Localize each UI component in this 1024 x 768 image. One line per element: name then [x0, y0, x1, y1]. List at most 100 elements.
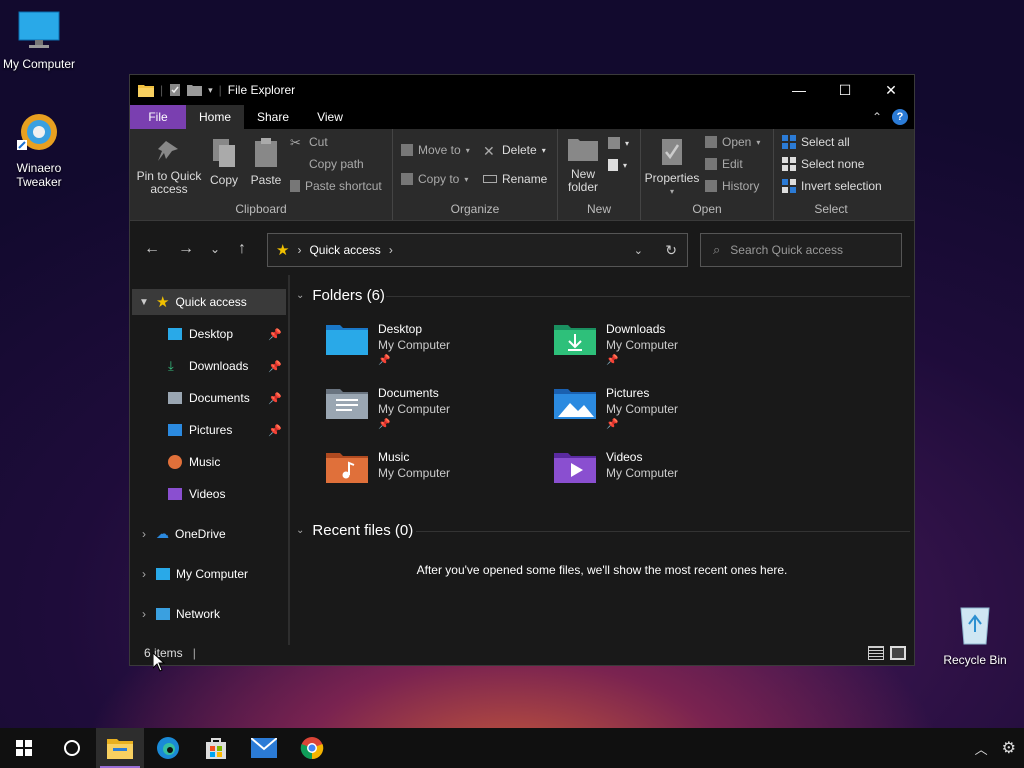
- sidebar-item-onedrive[interactable]: › ☁ OneDrive: [132, 521, 286, 547]
- taskbar-file-explorer[interactable]: [96, 728, 144, 768]
- sidebar-item-network[interactable]: › Network: [132, 601, 286, 627]
- pin-icon: 📌: [378, 355, 391, 366]
- paste-button[interactable]: Paste: [246, 133, 286, 187]
- minimize-button[interactable]: —: [776, 75, 822, 105]
- desktop-icon-label: My Computer: [2, 57, 76, 71]
- downloads-folder-icon: [554, 325, 596, 355]
- refresh-icon[interactable]: ↻: [665, 242, 677, 259]
- group-label-open: Open: [692, 202, 722, 216]
- expand-chevron-icon[interactable]: ›: [132, 607, 156, 621]
- properties-button[interactable]: Properties ▾: [643, 133, 701, 198]
- paste-shortcut-button[interactable]: Paste shortcut: [290, 179, 382, 193]
- edit-button[interactable]: Edit: [705, 157, 743, 171]
- download-icon: ⤓: [168, 358, 174, 373]
- file-explorer-window: | ▾ | File Explorer — ☐ ✕ File Home Shar…: [129, 74, 915, 666]
- expand-chevron-icon[interactable]: ›: [132, 527, 156, 541]
- qa-dropdown-icon[interactable]: ▾: [208, 85, 213, 96]
- forward-button[interactable]: →: [178, 221, 194, 277]
- up-button[interactable]: ↑: [238, 221, 246, 277]
- store-icon: [206, 738, 226, 759]
- winaero-tweaker-icon: [17, 114, 57, 150]
- copy-to-button[interactable]: Copy to ▾: [401, 172, 468, 186]
- folder-tile-music[interactable]: Music My Computer: [326, 449, 450, 483]
- sidebar-item-desktop[interactable]: Desktop 📌: [168, 321, 286, 347]
- easy-access-button[interactable]: ▾: [608, 159, 627, 171]
- folder-tile-downloads[interactable]: Downloads My Computer 📌: [554, 321, 678, 369]
- open-icon: [705, 136, 717, 148]
- select-all-button[interactable]: Select all: [782, 135, 850, 149]
- pictures-folder-icon: [554, 389, 596, 419]
- ribbon-group-select: Select all Select none Invert selection …: [774, 129, 888, 220]
- select-none-button[interactable]: Select none: [782, 157, 864, 171]
- new-item-button[interactable]: ▾: [608, 137, 629, 149]
- desktop-icon-winaero-tweaker[interactable]: Winaero Tweaker: [0, 110, 81, 189]
- recent-files-empty-message: After you've opened some files, we'll sh…: [416, 563, 788, 577]
- pane-divider[interactable]: [288, 275, 290, 645]
- maximize-button[interactable]: ☐: [822, 75, 868, 105]
- tab-file[interactable]: File: [130, 105, 186, 129]
- properties-qa-icon[interactable]: [169, 83, 181, 97]
- desktop-icon: [168, 328, 182, 340]
- taskbar-mail[interactable]: [240, 728, 288, 768]
- invert-selection-icon: [782, 179, 796, 193]
- details-view-icon[interactable]: [868, 646, 884, 660]
- cloud-icon: ☁: [156, 526, 169, 541]
- open-button[interactable]: Open ▾: [705, 135, 760, 149]
- settings-gear-icon[interactable]: ⚙: [1002, 738, 1016, 758]
- folder-tile-videos[interactable]: Videos My Computer: [554, 449, 678, 483]
- copy-button[interactable]: Copy: [204, 133, 244, 187]
- title-bar[interactable]: | ▾ | File Explorer — ☐ ✕: [130, 75, 914, 105]
- move-to-button[interactable]: Move to ▾: [401, 143, 470, 157]
- recent-locations-button[interactable]: ⌄: [210, 221, 220, 277]
- folders-section-header[interactable]: ⌄ Folders (6): [296, 287, 385, 304]
- sidebar-item-music[interactable]: Music: [168, 449, 286, 475]
- taskbar-chrome[interactable]: [288, 728, 336, 768]
- collapse-ribbon-icon[interactable]: ⌃: [872, 110, 882, 124]
- taskbar-edge[interactable]: [144, 728, 192, 768]
- sidebar-item-videos[interactable]: Videos: [168, 481, 286, 507]
- history-button[interactable]: History: [705, 179, 759, 193]
- close-button[interactable]: ✕: [868, 75, 914, 105]
- desktop-icon-recycle-bin[interactable]: Recycle Bin: [933, 602, 1017, 667]
- sidebar-item-my-computer[interactable]: › My Computer: [132, 561, 286, 587]
- tab-share[interactable]: Share: [244, 105, 302, 129]
- search-button[interactable]: [48, 728, 96, 768]
- sidebar-item-pictures[interactable]: Pictures 📌: [168, 417, 286, 443]
- copy-path-button[interactable]: Copy path: [290, 157, 364, 171]
- start-button[interactable]: [0, 728, 48, 768]
- expand-chevron-icon[interactable]: ▼: [132, 297, 156, 308]
- tab-home[interactable]: Home: [186, 105, 244, 129]
- pin-to-quick-access-button[interactable]: Pin to Quick access: [134, 133, 204, 196]
- new-folder-qa-icon[interactable]: [187, 84, 203, 96]
- computer-icon: [156, 568, 170, 580]
- large-icons-view-icon[interactable]: [890, 646, 906, 660]
- delete-button[interactable]: ✕ Delete ▾: [483, 143, 546, 159]
- navigation-pane: ▼ ★ Quick access Desktop 📌 ⤓ Downloads 📌 D…: [130, 287, 288, 649]
- expand-chevron-icon[interactable]: ›: [132, 567, 156, 581]
- folder-tile-pictures[interactable]: Pictures My Computer 📌: [554, 385, 678, 433]
- search-box[interactable]: ⌕ Search Quick access: [700, 233, 902, 267]
- show-hidden-icons-chevron-icon[interactable]: ︿: [975, 739, 988, 758]
- breadcrumb-quick-access[interactable]: Quick access: [309, 243, 380, 257]
- breadcrumb-chevron-icon[interactable]: ›: [389, 243, 393, 257]
- taskbar-store[interactable]: [192, 728, 240, 768]
- new-folder-button[interactable]: New folder: [562, 133, 604, 194]
- folder-tile-documents[interactable]: Documents My Computer 📌: [326, 385, 450, 433]
- sidebar-item-quick-access[interactable]: ▼ ★ Quick access: [132, 289, 286, 315]
- rename-button[interactable]: Rename: [483, 172, 547, 186]
- sidebar-item-downloads[interactable]: ⤓ Downloads 📌: [168, 353, 286, 379]
- recent-files-section-header[interactable]: ⌄ Recent files (0): [296, 522, 413, 539]
- folder-tile-desktop[interactable]: Desktop My Computer 📌: [326, 321, 450, 369]
- tab-view[interactable]: View: [302, 105, 358, 129]
- videos-folder-icon: [554, 453, 596, 483]
- desktop-icon-my-computer[interactable]: My Computer: [0, 10, 81, 71]
- address-bar[interactable]: ★ › Quick access › ⌄ ↻: [267, 233, 688, 267]
- help-icon[interactable]: ?: [892, 109, 908, 125]
- sidebar-item-documents[interactable]: Documents 📌: [168, 385, 286, 411]
- cut-button[interactable]: ✂ Cut: [290, 135, 328, 150]
- invert-selection-button[interactable]: Invert selection: [782, 179, 882, 193]
- address-dropdown-icon[interactable]: ⌄: [634, 244, 643, 257]
- back-button[interactable]: ←: [144, 221, 160, 277]
- start-icon: [16, 740, 32, 756]
- move-to-icon: [401, 144, 413, 156]
